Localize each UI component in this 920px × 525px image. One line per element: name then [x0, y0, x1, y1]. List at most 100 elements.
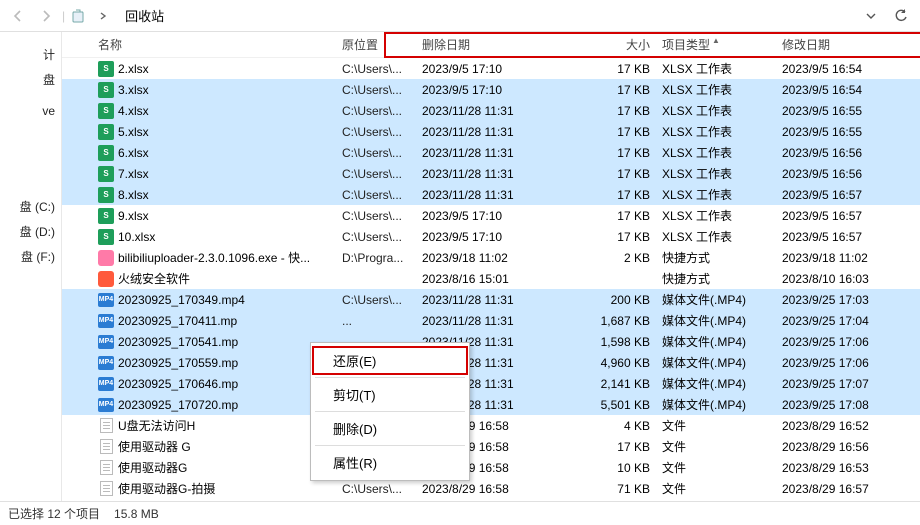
sidebar-item[interactable] — [0, 162, 61, 170]
column-header-row: 名称 原位置 删除日期 大小 项目类型▲ 修改日期 — [62, 32, 920, 58]
sidebar-item[interactable] — [0, 170, 61, 178]
file-modified-date: 2023/9/5 16:55 — [776, 104, 916, 118]
file-row[interactable]: MP420230925_170559.mp...2023/11/28 11:31… — [62, 352, 920, 373]
file-icon — [100, 439, 113, 454]
file-type: XLSX 工作表 — [656, 123, 776, 140]
file-deleted-date: 2023/11/28 11:31 — [416, 314, 576, 328]
file-modified-date: 2023/9/25 17:06 — [776, 356, 916, 370]
column-header-name[interactable]: 名称 — [92, 36, 336, 53]
file-deleted-date: 2023/11/28 11:31 — [416, 293, 576, 307]
refresh-button[interactable] — [888, 3, 914, 29]
file-row[interactable]: S8.xlsxC:\Users\...2023/11/28 11:3117 KB… — [62, 184, 920, 205]
file-type: 媒体文件(.MP4) — [656, 333, 776, 350]
file-size: 17 KB — [576, 167, 656, 181]
address-dropdown-button[interactable] — [858, 3, 884, 29]
sidebar-item[interactable]: 盘 — [0, 67, 61, 92]
sidebar-item[interactable]: 盘 (C:) — [0, 194, 61, 219]
chevron-down-icon — [866, 11, 876, 21]
column-header-type[interactable]: 项目类型▲ — [656, 36, 776, 53]
file-row[interactable]: bilibiliuploader-2.3.0.1096.exe - 快...D:… — [62, 247, 920, 268]
file-row[interactable]: S9.xlsxC:\Users\...2023/9/5 17:1017 KBXL… — [62, 205, 920, 226]
file-row[interactable]: U盘无法访问HC:\Users\...2023/8/29 16:584 KB文件… — [62, 415, 920, 436]
file-modified-date: 2023/9/25 17:06 — [776, 335, 916, 349]
file-row[interactable]: MP420230925_170541.mp...2023/11/28 11:31… — [62, 331, 920, 352]
mp4-icon: MP4 — [98, 293, 114, 307]
file-deleted-date: 2023/9/5 17:10 — [416, 83, 576, 97]
file-name: 使用驱动器G-拍摄 — [118, 480, 215, 497]
file-row[interactable]: S2.xlsxC:\Users\...2023/9/5 17:1017 KBXL… — [62, 58, 920, 79]
file-row[interactable]: 火绒安全软件2023/8/16 15:01快捷方式2023/8/10 16:03 — [62, 268, 920, 289]
nav-forward-button[interactable] — [34, 4, 58, 28]
sidebar-item[interactable]: ve — [0, 100, 61, 122]
file-row[interactable]: S7.xlsxC:\Users\...2023/11/28 11:3117 KB… — [62, 163, 920, 184]
file-name: 5.xlsx — [118, 125, 149, 139]
status-selection: 已选择 12 个项目 — [8, 505, 100, 522]
file-size: 17 KB — [576, 146, 656, 160]
breadcrumb-dropdown-button[interactable] — [91, 4, 115, 28]
file-name: 20230925_170411.mp — [118, 314, 237, 328]
file-row[interactable]: MP4 20230925_170411.mp...2023/11/28 11:31… — [62, 310, 920, 331]
context-menu: 还原(E) 剪切(T) 删除(D) 属性(R) — [310, 342, 470, 481]
sidebar-item[interactable]: 盘 (F:) — [0, 244, 61, 269]
sidebar-item[interactable]: 盘 (D:) — [0, 219, 61, 244]
file-row[interactable]: 使用驱动器 GC:\Users\...2023/8/29 16:5817 KB文… — [62, 436, 920, 457]
file-row[interactable]: S4.xlsxC:\Users\...2023/11/28 11:3117 KB… — [62, 100, 920, 121]
file-type: 媒体文件(.MP4) — [656, 312, 776, 329]
file-row[interactable]: MP420230925_170720.mp...2023/11/28 11:31… — [62, 394, 920, 415]
sidebar-item[interactable] — [0, 138, 61, 146]
sidebar-item[interactable] — [0, 154, 61, 162]
sidebar-item[interactable] — [0, 178, 61, 186]
file-type: 文件 — [656, 459, 776, 476]
file-row[interactable]: 使用驱动器GC:\Users\...2023/8/29 16:5810 KB文件… — [62, 457, 920, 478]
file-row[interactable]: S6.xlsxC:\Users\...2023/11/28 11:3117 KB… — [62, 142, 920, 163]
file-row[interactable]: S10.xlsxC:\Users\...2023/9/5 17:1017 KBX… — [62, 226, 920, 247]
file-name: 10.xlsx — [118, 230, 155, 244]
file-location: ... — [336, 314, 416, 328]
context-menu-delete[interactable]: 删除(D) — [313, 415, 467, 442]
column-header-size[interactable]: 大小 — [576, 36, 656, 53]
sidebar-item[interactable] — [0, 146, 61, 154]
column-header-modified[interactable]: 修改日期 — [776, 36, 916, 53]
file-type: 文件 — [656, 438, 776, 455]
file-deleted-date: 2023/8/29 16:58 — [416, 482, 576, 496]
file-row[interactable]: 使用驱动器G-拍摄C:\Users\...2023/8/29 16:5871 K… — [62, 478, 920, 499]
context-menu-separator — [315, 411, 465, 412]
file-list-pane: 名称 原位置 删除日期 大小 项目类型▲ 修改日期 S2.xlsxC:\User… — [62, 32, 920, 501]
sidebar: 计盘 ve 盘 (C:)盘 (D:)盘 (F:) — [0, 32, 62, 501]
file-icon — [100, 481, 113, 496]
file-name: 20230925_170349.mp4 — [118, 293, 245, 307]
file-deleted-date: 2023/8/16 15:01 — [416, 272, 576, 286]
file-deleted-date: 2023/9/5 17:10 — [416, 230, 576, 244]
context-menu-cut[interactable]: 剪切(T) — [313, 381, 467, 408]
sidebar-item[interactable] — [0, 130, 61, 138]
file-location: C:\Users\... — [336, 83, 416, 97]
sidebar-item[interactable] — [0, 92, 61, 100]
sidebar-item[interactable] — [0, 34, 61, 42]
sort-ascending-icon: ▲ — [712, 36, 720, 45]
xlsx-icon: S — [98, 208, 114, 224]
sidebar-item[interactable] — [0, 186, 61, 194]
file-name: 使用驱动器G — [118, 459, 187, 476]
file-location: C:\Users\... — [336, 62, 416, 76]
context-menu-restore[interactable]: 还原(E) — [313, 347, 467, 374]
mp4-icon: MP4 — [98, 314, 114, 328]
file-row[interactable]: S3.xlsxC:\Users\...2023/9/5 17:1017 KBXL… — [62, 79, 920, 100]
context-menu-properties[interactable]: 属性(R) — [313, 449, 467, 476]
sidebar-item[interactable]: 计 — [0, 42, 61, 67]
file-name: 6.xlsx — [118, 146, 149, 160]
file-size: 2 KB — [576, 251, 656, 265]
column-header-deleted[interactable]: 删除日期 — [416, 36, 576, 53]
xlsx-icon: S — [98, 61, 114, 77]
sidebar-item[interactable] — [0, 122, 61, 130]
file-modified-date: 2023/9/25 17:07 — [776, 377, 916, 391]
file-row[interactable]: MP420230925_170349.mp4C:\Users\...2023/1… — [62, 289, 920, 310]
file-name: 7.xlsx — [118, 167, 149, 181]
file-row[interactable]: S5.xlsxC:\Users\...2023/11/28 11:3117 KB… — [62, 121, 920, 142]
file-location: C:\Users\... — [336, 188, 416, 202]
file-type: 快捷方式 — [656, 249, 776, 266]
file-row[interactable]: MP420230925_170646.mp...2023/11/28 11:31… — [62, 373, 920, 394]
file-modified-date: 2023/9/5 16:57 — [776, 230, 916, 244]
file-type: 文件 — [656, 480, 776, 497]
column-header-location[interactable]: 原位置 — [336, 36, 416, 53]
nav-back-button[interactable] — [6, 4, 30, 28]
